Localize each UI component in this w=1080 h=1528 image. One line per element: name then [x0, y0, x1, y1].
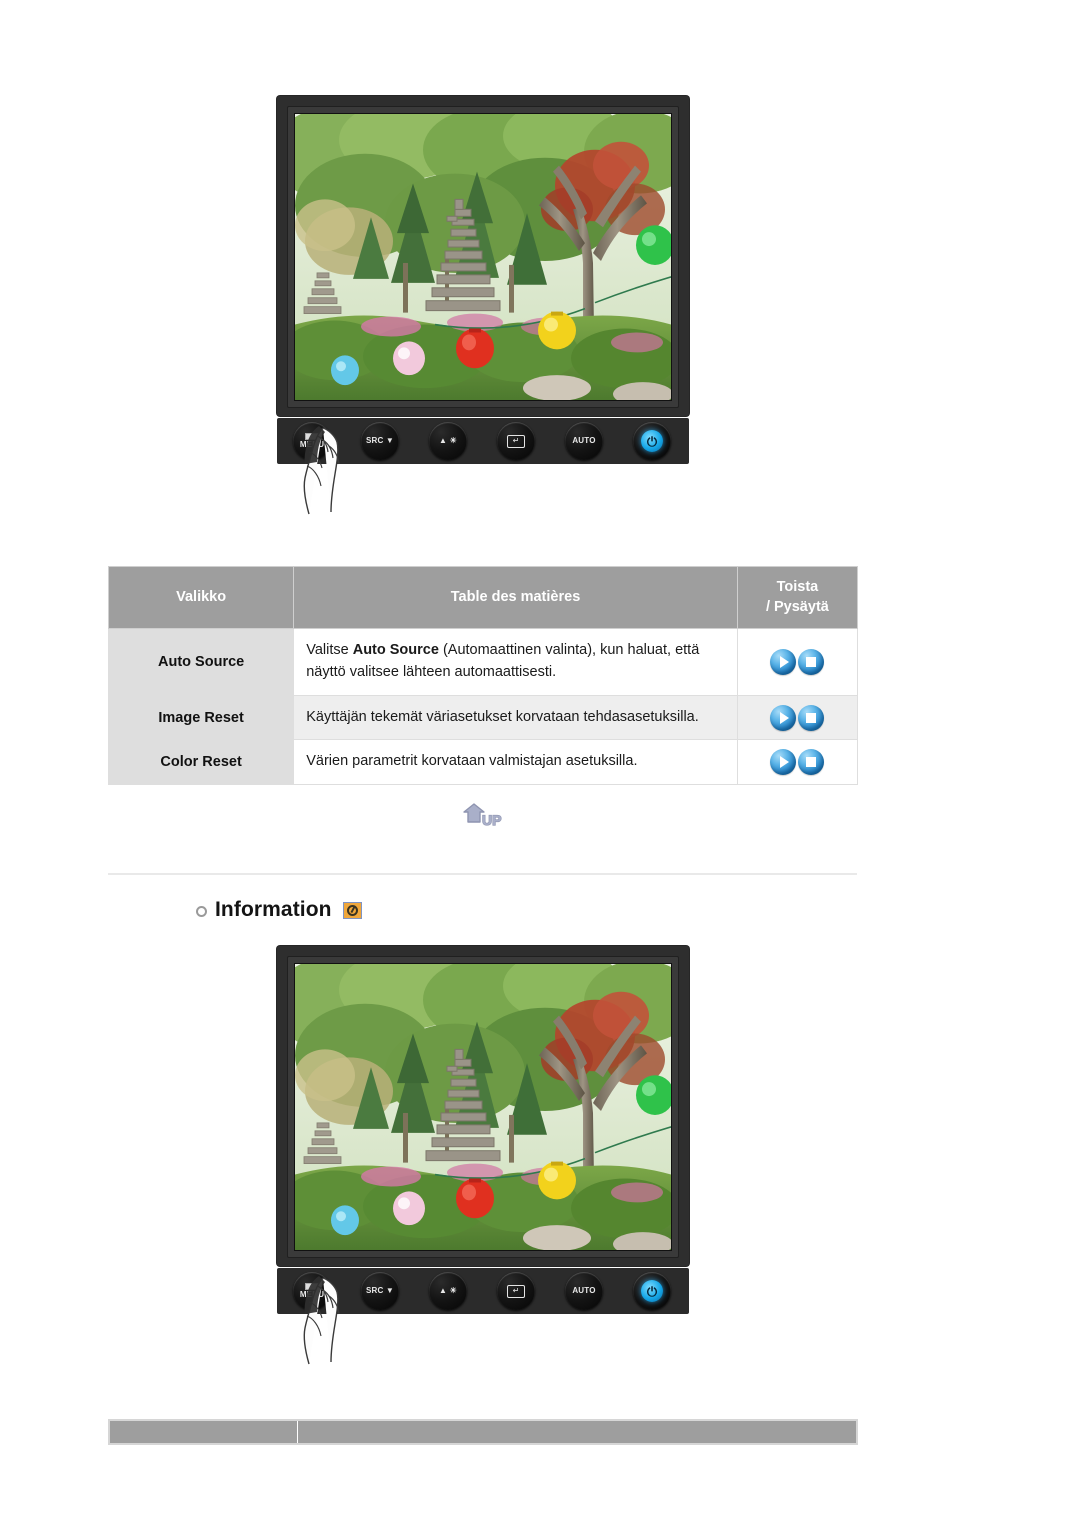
- auto-button-top[interactable]: AUTO: [565, 422, 603, 460]
- information-section-heading: Information: [196, 898, 362, 922]
- play-icon[interactable]: [770, 648, 797, 675]
- brightness-icon: ▲ ☀: [439, 436, 457, 445]
- footer-bar: [108, 1419, 858, 1445]
- menu-bars-icon: [304, 433, 319, 440]
- monitor-screen-bottom: [294, 963, 672, 1251]
- power-button-bottom[interactable]: ⏻: [633, 1272, 671, 1310]
- power-icon: ⏻: [641, 430, 663, 452]
- header-play-stop: Toista / Pysäytä: [736, 565, 859, 630]
- auto-button-bottom[interactable]: AUTO: [565, 1272, 603, 1310]
- auto-label: AUTO: [572, 436, 596, 445]
- up-arrow-icon: UP: [463, 803, 502, 829]
- monitor-bezel-outer: [277, 946, 689, 1266]
- row-desc-color-reset: Värien parametrit korvataan valmistajan …: [293, 739, 738, 786]
- enter-icon: ↵: [507, 434, 525, 448]
- brightness-button-bottom[interactable]: ▲ ☀: [429, 1272, 467, 1310]
- osd-setup-table: Valikko Table des matières Toista / Pysä…: [107, 565, 859, 786]
- header-play-line1: Toista: [776, 579, 819, 595]
- stop-icon[interactable]: [798, 704, 825, 731]
- desc-suffix: Käyttäjän tekemät väriasetukset korvataa…: [306, 708, 699, 725]
- source-down-button-top[interactable]: SRC ▼: [361, 422, 399, 460]
- enter-button-bottom[interactable]: ↵: [497, 1272, 535, 1310]
- row-play-stop-color-reset: [736, 739, 859, 786]
- stop-icon[interactable]: [798, 749, 825, 776]
- row-label-image-reset: Image Reset: [107, 694, 295, 741]
- page-title: Information: [215, 898, 332, 921]
- monitor-bezel-inner: [287, 956, 679, 1258]
- row-play-stop-auto-source: [736, 628, 859, 696]
- header-menu: Valikko: [107, 565, 295, 630]
- menu-bars-icon: [304, 1283, 319, 1290]
- section-divider: [108, 873, 857, 875]
- monitor-bezel-outer: [277, 96, 689, 416]
- monitor-control-bar-top: MENU SRC ▼ ▲ ☀ ↵ AUTO ⏻: [277, 418, 689, 515]
- menu-button-top[interactable]: MENU: [293, 422, 331, 460]
- information-dial-icon: [342, 901, 362, 919]
- table-row: Auto Source Valitse Auto Source (Automaa…: [107, 628, 859, 696]
- stop-icon[interactable]: [798, 648, 825, 675]
- power-icon: ⏻: [641, 1280, 663, 1302]
- source-down-button-bottom[interactable]: SRC ▼: [361, 1272, 399, 1310]
- play-icon[interactable]: [770, 704, 797, 731]
- monitor-bezel-inner: [287, 106, 679, 408]
- power-button-top[interactable]: ⏻: [633, 422, 671, 460]
- auto-label: AUTO: [572, 1286, 596, 1295]
- monitor-control-bar-bottom: MENU SRC ▼ ▲ ☀ ↵ AUTO ⏻: [277, 1268, 689, 1365]
- footer-cell-left: [108, 1419, 298, 1445]
- monitor-screen-top: [294, 113, 672, 401]
- row-desc-image-reset: Käyttäjän tekemät väriasetukset korvataa…: [293, 694, 738, 741]
- row-label-auto-source: Auto Source: [107, 628, 295, 696]
- up-label: UP: [482, 812, 501, 828]
- enter-button-top[interactable]: ↵: [497, 422, 535, 460]
- row-play-stop-image-reset: [736, 694, 859, 741]
- row-label-color-reset: Color Reset: [107, 739, 295, 786]
- footer-row: [108, 1419, 858, 1445]
- page-root: MENU SRC ▼ ▲ ☀ ↵ AUTO ⏻ Valikko Table de…: [0, 0, 1080, 1528]
- menu-button-bottom[interactable]: MENU: [293, 1272, 331, 1310]
- bullet-ring-icon: [196, 905, 207, 917]
- desc-suffix: Värien parametrit korvataan valmistajan …: [306, 753, 638, 770]
- brightness-button-top[interactable]: ▲ ☀: [429, 422, 467, 460]
- source-down-icon: SRC ▼: [365, 436, 395, 445]
- monitor-illustration-bottom: MENU SRC ▼ ▲ ☀ ↵ AUTO ⏻: [277, 946, 689, 1365]
- enter-icon: ↵: [507, 1284, 525, 1298]
- desc-prefix: Valitse: [306, 642, 353, 659]
- footer-cell-right: [297, 1419, 858, 1445]
- header-contents: Table des matières: [293, 565, 738, 630]
- source-down-icon: SRC ▼: [365, 1286, 395, 1295]
- brightness-icon: ▲ ☀: [439, 1286, 457, 1295]
- up-scroll-button[interactable]: UP: [460, 800, 518, 834]
- header-play-line2: / Pysäytä: [765, 598, 829, 615]
- desc-bold-term: Auto Source: [352, 642, 439, 659]
- table-header-row: Valikko Table des matières Toista / Pysä…: [107, 565, 859, 630]
- garden-pagoda-photo: [295, 964, 671, 1250]
- play-icon[interactable]: [770, 749, 797, 776]
- garden-pagoda-photo: [295, 114, 671, 400]
- table-row: Color Reset Värien parametrit korvataan …: [107, 739, 859, 786]
- row-desc-auto-source: Valitse Auto Source (Automaattinen valin…: [293, 628, 738, 696]
- table-row: Image Reset Käyttäjän tekemät väriasetuk…: [107, 694, 859, 741]
- monitor-illustration-top: MENU SRC ▼ ▲ ☀ ↵ AUTO ⏻: [277, 96, 689, 515]
